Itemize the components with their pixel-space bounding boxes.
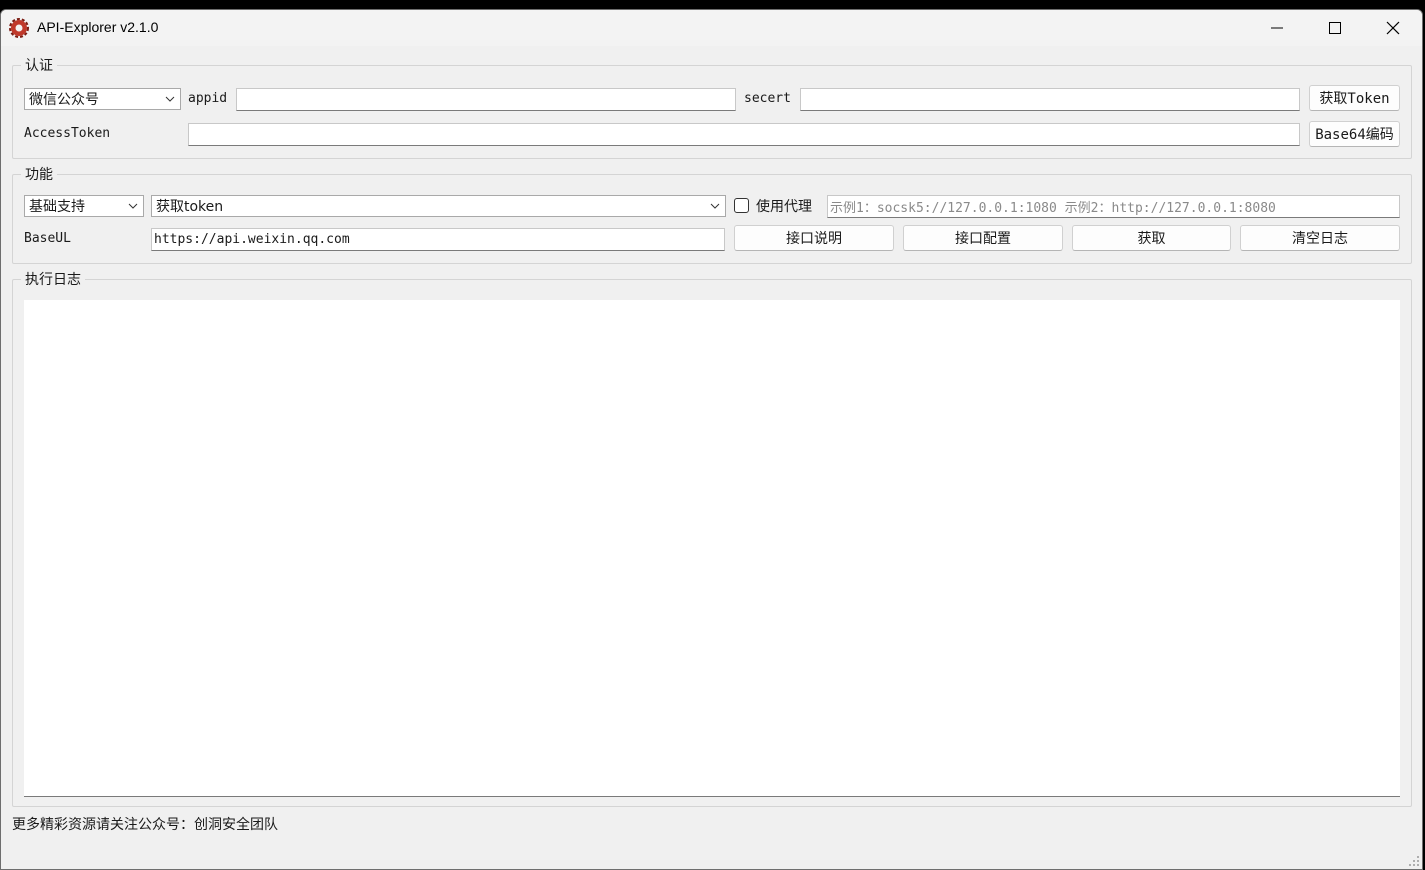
appid-input[interactable] — [236, 88, 736, 111]
platform-select[interactable]: 微信公众号 — [24, 88, 181, 110]
fetch-button[interactable]: 获取 — [1072, 225, 1231, 251]
secret-label: secert — [744, 91, 791, 106]
api-config-button[interactable]: 接口配置 — [903, 225, 1063, 251]
api-select[interactable]: 获取token — [151, 195, 726, 217]
base-url-input[interactable]: https://api.weixin.qq.com — [151, 228, 725, 251]
access-token-input[interactable] — [188, 123, 1300, 146]
clear-log-button[interactable]: 清空日志 — [1240, 225, 1400, 251]
proxy-checkbox-label: 使用代理 — [756, 199, 812, 215]
minimize-button[interactable] — [1248, 10, 1306, 46]
function-group-title: 功能 — [21, 164, 57, 184]
proxy-input[interactable]: 示例1：socsk5://127.0.0.1:1080 示例2：http://1… — [827, 195, 1400, 218]
log-group-title: 执行日志 — [21, 269, 85, 289]
title-bar[interactable]: API-Explorer v2.1.0 — [1, 10, 1422, 46]
maximize-icon — [1329, 22, 1341, 34]
auth-group-title: 认证 — [21, 55, 57, 75]
chevron-down-icon — [128, 203, 138, 209]
footer-text: 更多精彩资源请关注公众号：创洞安全团队 — [12, 817, 278, 833]
base-url-label: BaseUL — [24, 231, 71, 246]
proxy-checkbox[interactable] — [734, 198, 749, 213]
category-select[interactable]: 基础支持 — [24, 195, 144, 217]
api-select-value: 获取token — [156, 199, 224, 215]
window-title: API-Explorer v2.1.0 — [37, 19, 159, 35]
close-button[interactable] — [1364, 10, 1422, 46]
access-token-label: AccessToken — [24, 126, 111, 141]
chevron-down-icon — [710, 203, 720, 209]
minimize-icon — [1271, 27, 1283, 29]
gear-icon — [9, 18, 29, 38]
maximize-button[interactable] — [1306, 10, 1364, 46]
secret-input[interactable] — [800, 88, 1300, 111]
appid-label: appid — [188, 91, 228, 106]
resize-grip-icon[interactable] — [1408, 855, 1420, 867]
base64-encode-button[interactable]: Base64编码 — [1309, 121, 1400, 147]
app-window: API-Explorer v2.1.0 认证 微信公众号 appid secer… — [0, 9, 1423, 870]
close-icon — [1386, 21, 1400, 35]
api-doc-button[interactable]: 接口说明 — [734, 225, 894, 251]
get-token-button[interactable]: 获取Token — [1309, 85, 1400, 111]
chevron-down-icon — [165, 96, 175, 102]
category-select-value: 基础支持 — [29, 199, 85, 215]
log-textarea[interactable] — [24, 300, 1400, 797]
platform-select-value: 微信公众号 — [29, 92, 99, 108]
